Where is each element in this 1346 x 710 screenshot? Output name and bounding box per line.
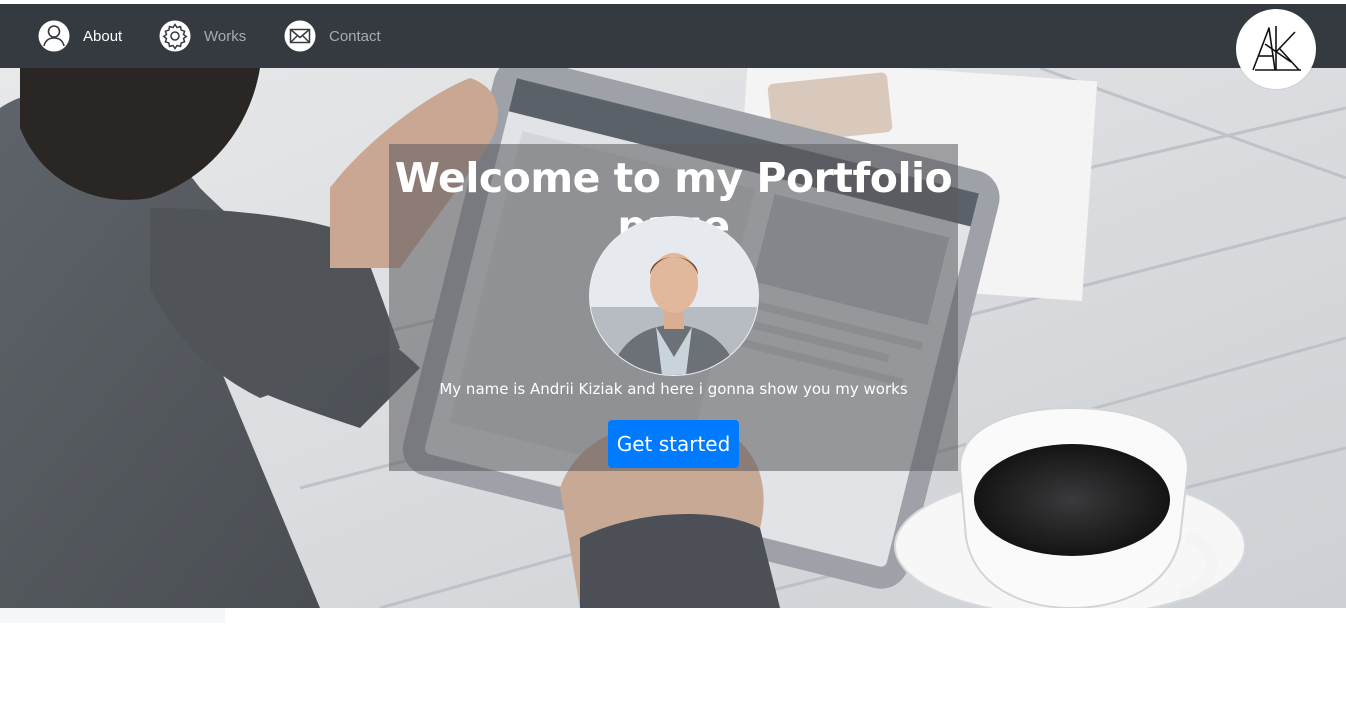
welcome-panel: Welcome to my Portfolio page My name is …: [389, 144, 958, 471]
nav-item-about[interactable]: About: [37, 18, 122, 54]
profile-avatar: [589, 216, 759, 376]
nav-label-contact: Contact: [329, 27, 381, 45]
content-strip: [0, 608, 225, 623]
envelope-icon: [284, 20, 316, 52]
ak-monogram-logo: [1252, 26, 1301, 71]
nav-label-about: About: [83, 27, 123, 45]
hero-section: Welcome to my Portfolio page My name is …: [0, 68, 1346, 608]
get-started-button[interactable]: Get started: [608, 420, 739, 468]
navbar: About Works Contact: [0, 4, 1346, 68]
site-logo[interactable]: [1236, 9, 1316, 89]
nav-item-works[interactable]: Works: [158, 18, 246, 54]
gear-icon: [159, 20, 191, 52]
profile-photo: [590, 217, 758, 375]
intro-text: My name is Andrii Kiziak and here i gonn…: [439, 380, 908, 398]
nav-item-contact[interactable]: Contact: [283, 18, 381, 54]
user-icon: [38, 20, 70, 52]
nav-label-works: Works: [204, 27, 247, 45]
